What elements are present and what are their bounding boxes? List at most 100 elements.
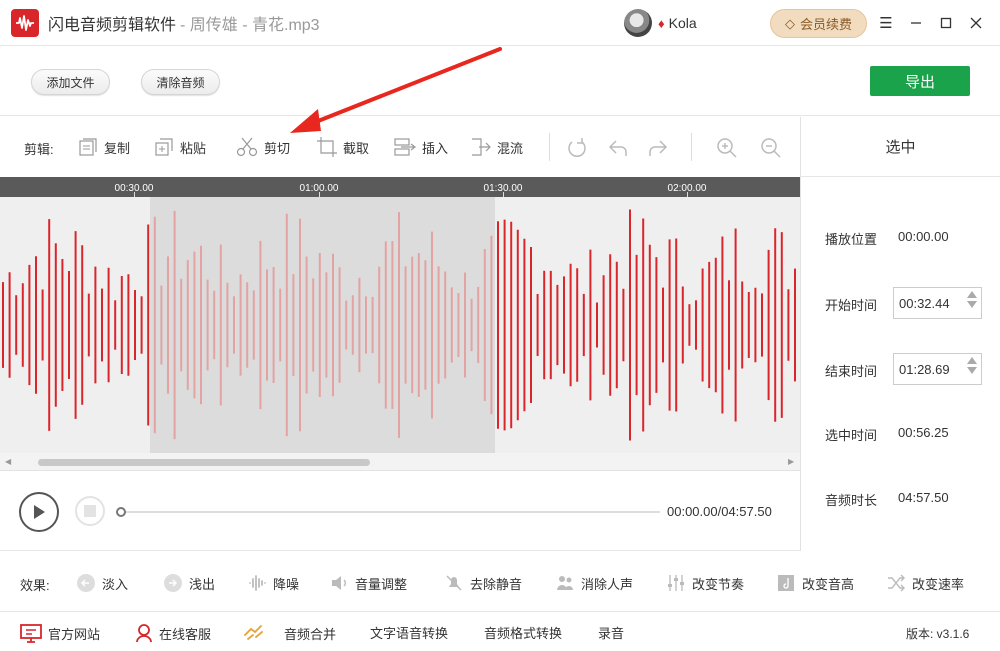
selected-duration-label: 选中时间 [825, 428, 878, 443]
edit-label: 剪辑: [24, 142, 54, 157]
record-link[interactable]: 录音 [598, 623, 624, 642]
change-pitch-label: 改变音高 [802, 576, 855, 592]
official-website-label: 官方网站 [48, 626, 101, 642]
remove-vocals-button[interactable]: 消除人声 [555, 573, 633, 593]
user-profile[interactable]: ♦ Kola [624, 9, 697, 37]
stop-icon [84, 505, 96, 517]
play-button[interactable] [19, 492, 59, 532]
music-note-icon [776, 573, 796, 593]
audio-duration-label: 音频时长 [825, 493, 878, 508]
change-tempo-label: 改变节奏 [692, 576, 745, 592]
record-label: 录音 [598, 626, 625, 641]
vip-renew-button[interactable]: ◇ 会员续费 [770, 9, 867, 38]
change-tempo-button[interactable]: 改变节奏 [666, 573, 744, 593]
copy-label: 复制 [104, 140, 131, 156]
scroll-right-arrow-icon[interactable]: ▶ [788, 457, 794, 466]
cut-button[interactable]: 剪切 [236, 137, 290, 157]
clear-audio-button[interactable]: 清除音频 [141, 69, 220, 95]
vip-diamond-icon: ♦ [658, 15, 665, 31]
playback-time: 00:00.00/04:57.50 [667, 504, 772, 519]
crop-button[interactable]: 截取 [317, 137, 369, 157]
playback-progress-track[interactable] [120, 511, 660, 513]
scrollbar-thumb[interactable] [38, 459, 370, 466]
spin-up-icon[interactable] [967, 357, 977, 364]
end-time-label: 结束时间 [825, 364, 878, 379]
volume-adjust-button[interactable]: 音量调整 [329, 573, 407, 593]
selection-panel-title: 选中 [801, 117, 1000, 177]
toolbar-divider [549, 133, 550, 161]
maximize-icon[interactable] [936, 13, 956, 33]
support-person-icon [136, 624, 152, 643]
timeline-ruler[interactable]: 00:30.00 01:00.00 01:30.00 02:00.00 [0, 177, 800, 197]
waveform-canvas[interactable] [0, 197, 800, 453]
change-speed-button[interactable]: 改变速率 [886, 573, 964, 593]
denoise-icon [247, 573, 267, 593]
change-pitch-button[interactable]: 改变音高 [776, 573, 854, 593]
fade-in-button[interactable]: 淡入 [76, 573, 128, 593]
end-time-stepper[interactable] [967, 357, 977, 374]
menu-icon[interactable]: ☰ [876, 13, 896, 33]
remove-silence-label: 去除静音 [470, 576, 523, 592]
merge-hands-icon [244, 625, 263, 640]
start-time-stepper[interactable] [967, 291, 977, 308]
copy-icon [79, 138, 97, 156]
minimize-icon[interactable] [906, 13, 926, 33]
spin-down-icon[interactable] [967, 367, 977, 374]
online-support-link[interactable]: 在线客服 [135, 623, 211, 643]
fade-in-label: 淡入 [102, 576, 129, 592]
denoise-label: 降噪 [273, 576, 300, 592]
diamond-icon: ◇ [784, 15, 795, 31]
close-icon[interactable] [966, 13, 986, 33]
official-website-link[interactable]: 官方网站 [20, 623, 100, 643]
undo-icon[interactable] [607, 137, 629, 159]
sliders-icon [666, 573, 686, 593]
redo-icon[interactable] [647, 137, 669, 159]
horizontal-scrollbar[interactable]: ◀ ▶ [0, 453, 800, 471]
text-to-speech-link[interactable]: 文字语音转换 [370, 623, 448, 642]
selection-panel: 选中 播放位置 00:00.00 开始时间 00:32.44 结束时间 01:2… [800, 117, 1000, 551]
reset-icon[interactable] [566, 137, 588, 159]
avatar[interactable] [624, 9, 652, 37]
zoom-in-icon[interactable] [716, 137, 738, 159]
app-logo-icon [11, 8, 39, 37]
volume-icon [329, 573, 349, 593]
scroll-left-arrow-icon[interactable]: ◀ [5, 457, 11, 466]
spin-up-icon[interactable] [967, 291, 977, 298]
copy-button[interactable]: 复制 [78, 137, 130, 157]
effects-bar: 效果: 淡入 浅出 降噪 音量调整 去除静音 消除人声 改变节奏 改变音高 改变… [0, 552, 1000, 612]
zoom-out-icon[interactable] [760, 137, 782, 159]
stop-button[interactable] [75, 496, 105, 526]
fade-out-button[interactable]: 浅出 [163, 573, 215, 593]
audio-format-convert-label: 音频格式转换 [484, 626, 563, 641]
online-support-label: 在线客服 [159, 626, 212, 642]
insert-button[interactable]: 插入 [394, 137, 448, 157]
start-time-value: 00:32.44 [899, 295, 950, 311]
denoise-button[interactable]: 降噪 [247, 573, 299, 593]
play-position-value: 00:00.00 [898, 229, 949, 244]
effects-label: 效果: [20, 578, 50, 593]
selected-duration-value: 00:56.25 [898, 425, 949, 440]
volume-adjust-label: 音量调整 [355, 576, 408, 592]
mute-bell-icon [444, 573, 464, 593]
monitor-icon [20, 624, 42, 643]
add-file-button[interactable]: 添加文件 [31, 69, 110, 95]
action-bar: 添加文件 清除音频 导出 [0, 46, 1000, 116]
cut-label: 剪切 [264, 140, 291, 156]
audio-merge-link[interactable]: 音频合并 [242, 623, 336, 643]
remove-silence-button[interactable]: 去除静音 [444, 573, 522, 593]
end-time-input[interactable]: 01:28.69 [893, 353, 982, 385]
crop-label: 截取 [343, 140, 370, 156]
footer: 官方网站 在线客服 音频合并 文字语音转换 音频格式转换 录音 版本: v3.1… [0, 612, 1000, 651]
spin-down-icon[interactable] [967, 301, 977, 308]
username[interactable]: Kola [669, 15, 697, 31]
fade-out-label: 浅出 [189, 576, 216, 592]
mix-button[interactable]: 混流 [471, 137, 523, 157]
playback-progress-knob[interactable] [116, 507, 126, 517]
export-button[interactable]: 导出 [870, 66, 970, 96]
paste-button[interactable]: 粘贴 [154, 137, 206, 157]
audio-format-convert-link[interactable]: 音频格式转换 [484, 623, 562, 642]
waveform [2, 209, 796, 441]
remove-vocals-label: 消除人声 [581, 576, 634, 592]
fade-in-icon [76, 573, 96, 593]
start-time-input[interactable]: 00:32.44 [893, 287, 982, 319]
